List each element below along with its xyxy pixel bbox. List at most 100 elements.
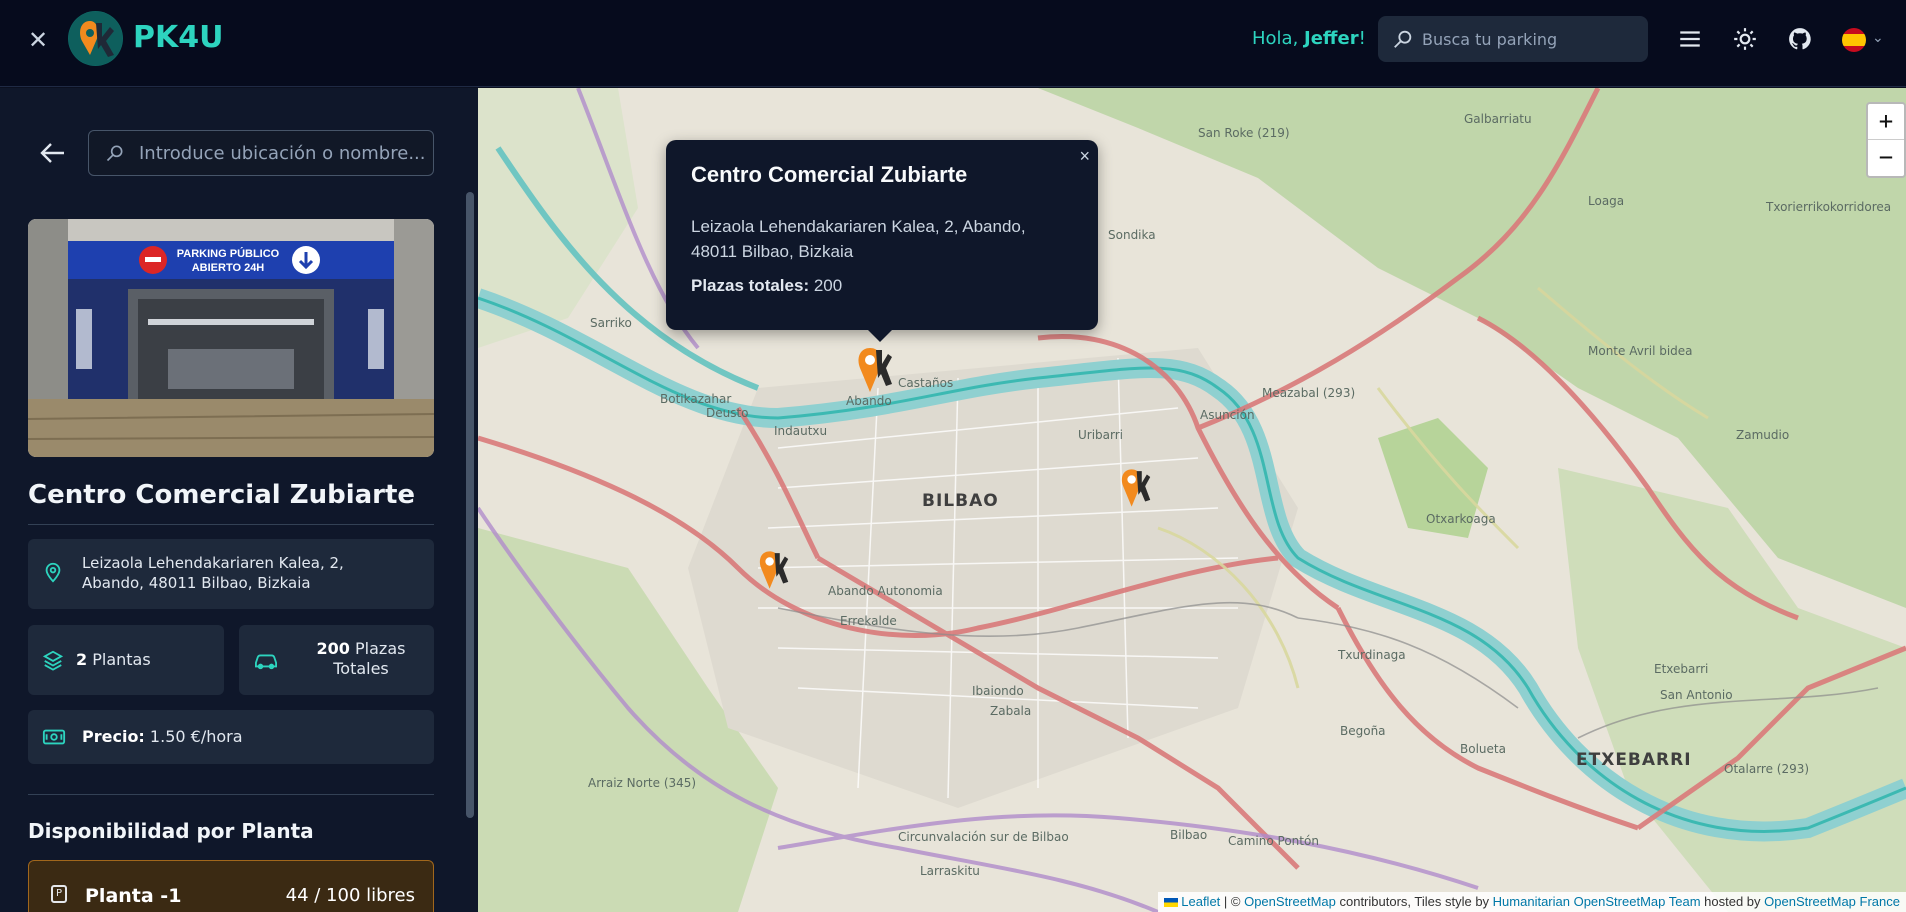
district-label: ETXEBARRI [1576, 750, 1692, 770]
map-label: Bolueta [1460, 742, 1506, 756]
map-label: Galbarriatu [1464, 112, 1532, 126]
top-navbar: ✕ PK4U Hola, Jeffer! Busca tu parking ⌄ [0, 0, 1906, 87]
app-logo[interactable] [68, 11, 123, 66]
map-label: San Antonio [1660, 688, 1733, 702]
parking-detail-sidebar: Introduce ubicación o nombre... PARKING … [0, 88, 478, 912]
map-label: Botikazahar [660, 392, 732, 406]
floor-row[interactable]: P Planta -1 44 / 100 libres [28, 860, 434, 912]
map-label: Castaños [898, 376, 954, 390]
hot-link[interactable]: Humanitarian OpenStreetMap Team [1493, 894, 1701, 909]
zoom-out-button[interactable]: − [1868, 140, 1904, 176]
city-label: BILBAO [922, 491, 999, 511]
parking-popup: × Centro Comercial Zubiarte Leizaola Leh… [666, 140, 1098, 342]
money-icon [42, 729, 66, 745]
osm-france-link[interactable]: OpenStreetMap France [1764, 894, 1900, 909]
leaflet-link[interactable]: Leaflet [1181, 894, 1220, 909]
map-label: Sondika [1108, 228, 1156, 242]
map-label: Arraiz Norte (345) [588, 776, 697, 790]
popup-tip [866, 328, 894, 342]
user-name[interactable]: Jeffer [1304, 28, 1359, 49]
price-label: Precio: [82, 727, 145, 746]
floor-availability-title: Disponibilidad por Planta [28, 819, 314, 843]
spain-flag-icon[interactable] [1842, 28, 1866, 52]
divider [28, 794, 434, 795]
popup-total: Plazas totales: 200 [691, 276, 842, 296]
map-label: Etxebarri [1654, 662, 1709, 676]
search-icon [106, 145, 123, 162]
floors-card: 2 Plantas [28, 625, 224, 695]
ukraine-flag-icon [1163, 898, 1178, 908]
sun-icon[interactable] [1732, 26, 1758, 52]
attribution-text: hosted by [1700, 894, 1765, 909]
menu-icon[interactable] [1677, 26, 1703, 52]
chevron-down-icon[interactable]: ⌄ [1872, 30, 1884, 46]
header-search[interactable]: Busca tu parking [1378, 16, 1648, 62]
popup-address-line: 48011 Bilbao, Bizkaia [691, 242, 854, 261]
map-label: Errekalde [840, 614, 897, 628]
parking-photo: PARKING PÚBLICO ABIERTO 24H [28, 219, 434, 457]
map-label: Zamudio [1736, 428, 1790, 442]
address-card: Leizaola Lehendakariaren Kalea, 2, Aband… [28, 539, 434, 609]
map-label: San Roke (219) [1198, 126, 1290, 140]
svg-text:PARKING PÚBLICO: PARKING PÚBLICO [177, 247, 280, 260]
map-label: Txorierrikokorridorea [1766, 200, 1892, 214]
map-label: Larraskitu [920, 864, 980, 878]
popup-title: Centro Comercial Zubiarte [691, 162, 968, 187]
price-card: Precio: 1.50 €/hora [28, 710, 434, 764]
spaces-count: 200 [316, 639, 350, 658]
map-label: Uribarri [1078, 428, 1124, 442]
parking-marker-selected[interactable] [854, 344, 894, 396]
layers-icon [42, 650, 64, 671]
map-label: Otalarre (293) [1724, 762, 1810, 776]
parking-marker[interactable] [756, 548, 790, 592]
map-label: Zabala [990, 704, 1032, 718]
greeting: Hola, Jeffer! [1252, 28, 1366, 49]
map-attribution: Leaflet | © OpenStreetMap contributors, … [1157, 892, 1906, 912]
floors-label: Plantas [92, 650, 151, 669]
parking-marker[interactable] [1118, 466, 1152, 510]
svg-text:ABIERTO 24H: ABIERTO 24H [192, 262, 265, 274]
address-text: Leizaola Lehendakariaren Kalea, 2, Aband… [82, 554, 344, 592]
brand-name[interactable]: PK4U [133, 20, 223, 55]
map-label: Deusto [706, 406, 749, 420]
map-label: Monte Avril bidea [1588, 344, 1693, 358]
search-icon [1394, 30, 1412, 48]
price-text: Precio: 1.50 €/hora [82, 727, 243, 746]
map-label: Begoña [1340, 724, 1386, 738]
divider [28, 524, 434, 525]
back-arrow-icon[interactable] [38, 138, 68, 168]
map-label: Sarriko [590, 316, 632, 330]
zoom-in-button[interactable]: + [1868, 104, 1904, 140]
floors-text: 2 Plantas [76, 650, 151, 669]
location-search-input[interactable]: Introduce ubicación o nombre... [88, 130, 434, 176]
map-label: Circunvalación sur de Bilbao [898, 830, 1069, 844]
header-search-placeholder: Busca tu parking [1422, 30, 1558, 49]
popup-total-value: 200 [813, 276, 843, 295]
spaces-card: 200 Plazas Totales [239, 625, 434, 695]
map-label: Otxarkoaga [1426, 512, 1496, 526]
map-view[interactable]: BILBAO ETXEBARRI Abando Castaños Uribarr… [478, 88, 1906, 912]
popup-address: Leizaola Lehendakariaren Kalea, 2, Aband… [691, 214, 1071, 264]
close-icon[interactable]: ✕ [26, 28, 50, 52]
zoom-control: + − [1866, 102, 1906, 178]
popup-address-line: Leizaola Lehendakariaren Kalea, 2, Aband… [691, 217, 1026, 236]
map-label: Loaga [1588, 194, 1625, 208]
osm-link[interactable]: OpenStreetMap [1244, 894, 1336, 909]
attribution-text: contributors, Tiles style by [1335, 894, 1493, 909]
location-search-placeholder: Introduce ubicación o nombre... [139, 143, 426, 164]
spaces-text: 200 Plazas Totales [299, 639, 423, 679]
popup-close-icon[interactable]: × [1079, 146, 1090, 167]
price-value: 1.50 €/hora [149, 727, 243, 746]
floor-availability: 44 / 100 libres [285, 885, 415, 906]
map-label: Camino Pontón [1228, 834, 1319, 848]
parking-name: Centro Comercial Zubiarte [28, 480, 416, 510]
sidebar-scrollbar[interactable] [466, 192, 474, 818]
map-label: Txurdinaga [1338, 648, 1406, 662]
map-label: Ibaiondo [972, 684, 1024, 698]
map-label: Indautxu [774, 424, 828, 438]
map-label: Abando Autonomia [828, 584, 943, 598]
floor-label: Planta -1 [85, 885, 182, 907]
floors-count: 2 [76, 650, 88, 669]
github-icon[interactable] [1787, 26, 1813, 52]
greeting-suffix: ! [1358, 28, 1366, 49]
